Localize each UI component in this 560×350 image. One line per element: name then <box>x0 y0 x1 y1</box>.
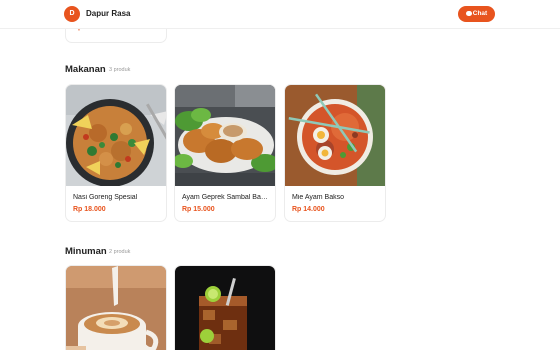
section-title-minuman: Minuman <box>65 246 107 257</box>
section-count-makanan: 3 produk <box>109 67 131 73</box>
product-card-ayam-geprek[interactable]: Ayam Geprek Sambal Bawang Rp 15.000 <box>174 84 276 222</box>
product-card-coffee[interactable] <box>65 265 167 350</box>
product-name: Mie Ayam Bakso <box>292 194 345 201</box>
product-image <box>66 85 166 186</box>
store-logo[interactable]: D <box>64 6 80 22</box>
product-card-nasi-goreng[interactable]: Nasi Goreng Spesial Rp 18.000 <box>65 84 167 222</box>
chat-button[interactable]: Chat <box>458 6 495 22</box>
store-name[interactable]: Dapur Rasa <box>86 9 130 18</box>
product-price: Rp 18.000 <box>73 206 106 213</box>
section-title-makanan: Makanan <box>65 64 106 75</box>
product-image <box>175 85 275 186</box>
top-bar: D Dapur Rasa Chat <box>0 0 560 29</box>
section-count-minuman: 2 produk <box>109 249 131 255</box>
chat-bubble-icon <box>465 10 472 16</box>
product-card-mie-ayam-bakso[interactable]: Mie Ayam Bakso Rp 14.000 <box>284 84 386 222</box>
product-card-iced-tea[interactable] <box>174 265 276 350</box>
chat-button-label: Chat <box>472 10 488 17</box>
product-price: Rp 15.000 <box>182 206 215 213</box>
product-price: Rp 14.000 <box>292 206 325 213</box>
product-name: Ayam Geprek Sambal Bawang <box>182 194 272 201</box>
product-image <box>66 266 166 350</box>
product-image <box>175 266 275 350</box>
product-name: Nasi Goreng Spesial <box>73 194 138 201</box>
product-image <box>285 85 385 186</box>
